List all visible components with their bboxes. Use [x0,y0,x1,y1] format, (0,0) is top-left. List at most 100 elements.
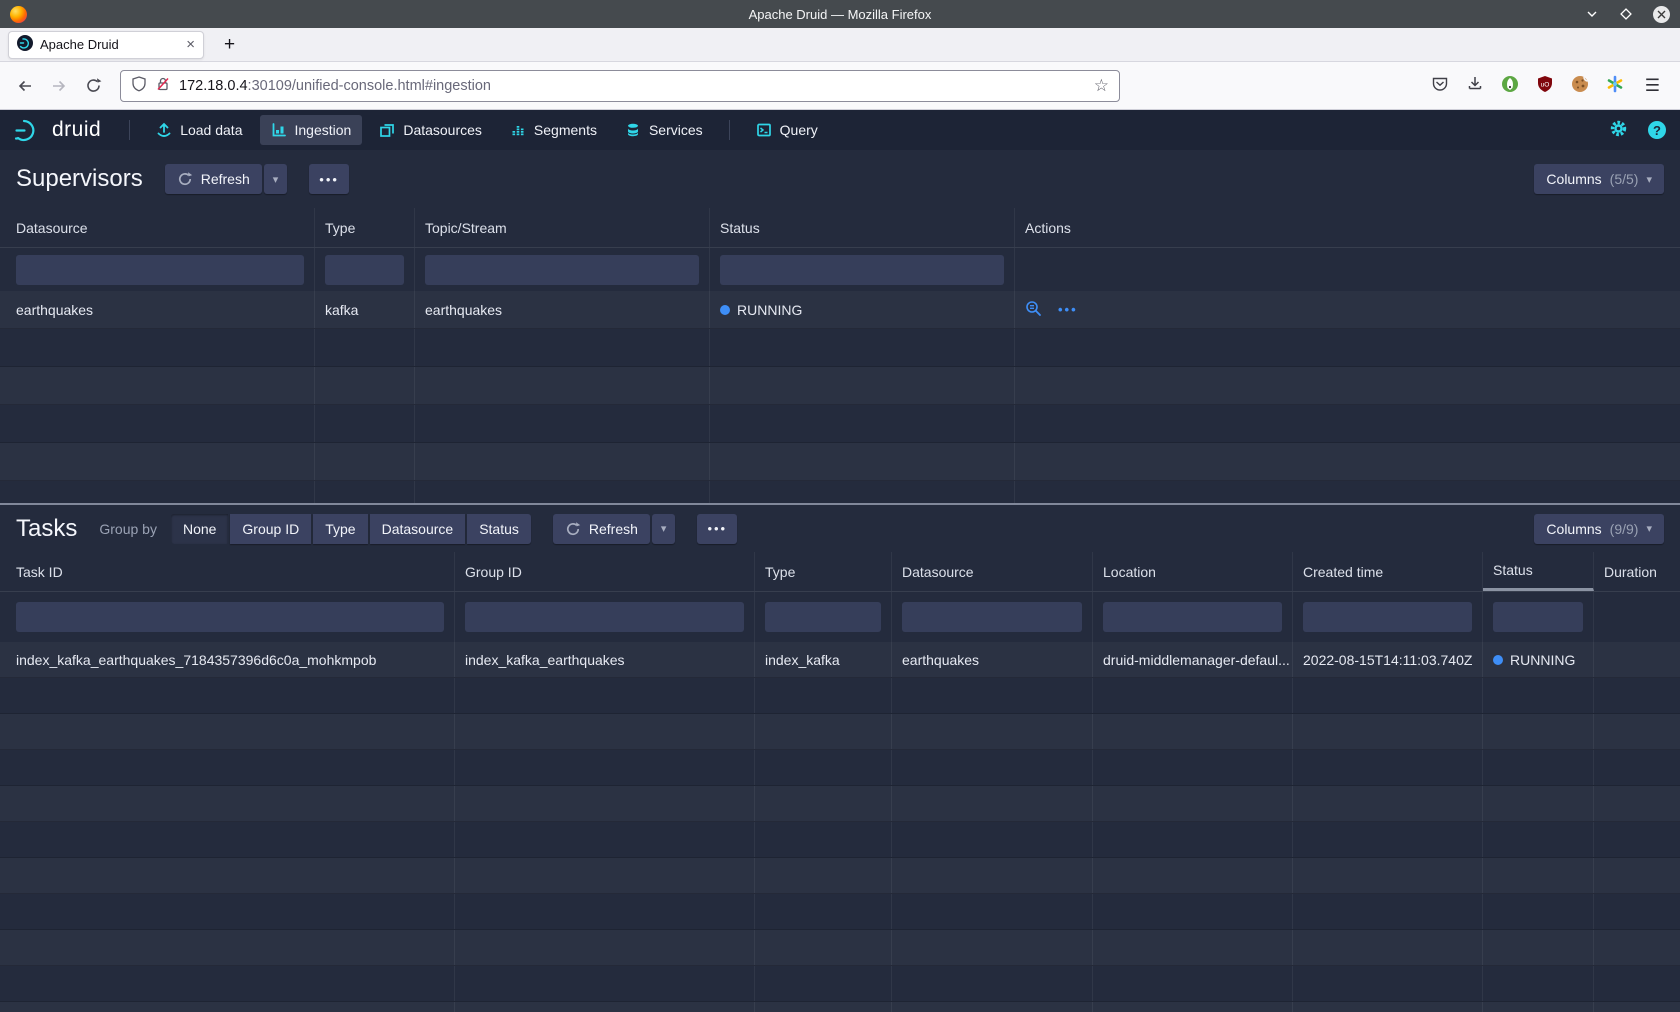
group-by-none-button[interactable]: None [171,514,228,544]
nav-item-label: Load data [180,122,242,138]
nav-item-label: Query [780,122,818,138]
chevron-down-icon: ▾ [1646,522,1652,535]
extension-sparkle-icon[interactable] [1606,75,1624,96]
forward-icon[interactable] [44,71,74,101]
url-bar[interactable]: 172.18.0.4:30109/unified-console.html#in… [120,70,1120,102]
new-tab-button[interactable]: + [218,35,241,54]
privacy-badger-icon[interactable] [1501,75,1519,96]
nav-item-load-data[interactable]: Load data [145,115,253,145]
supervisors-refresh-button[interactable]: Refresh [165,164,262,194]
tasks-table-header: Task ID Group ID Type Datasource Locatio… [0,552,1680,592]
column-header-location[interactable]: Location [1093,552,1293,591]
tasks-refresh-button[interactable]: Refresh [553,514,650,544]
cookie-icon[interactable] [1571,75,1589,96]
svg-text:uO: uO [1540,82,1549,89]
back-icon[interactable] [10,71,40,101]
task-id-filter-input[interactable] [16,602,444,632]
empty-table-row [0,786,1680,822]
hamburger-menu-icon[interactable]: ☰ [1641,76,1664,96]
group-by-status-button[interactable]: Status [467,514,531,544]
services-icon [625,122,641,138]
tracking-shield-icon[interactable] [131,76,147,95]
datasource-filter-input[interactable] [902,602,1082,632]
task-location: druid-middlemanager-defaul... [1093,642,1293,677]
location-filter-input[interactable] [1103,602,1282,632]
nav-item-label: Datasources [403,122,482,138]
insecure-lock-icon[interactable] [155,76,171,95]
download-icon[interactable] [1466,75,1484,96]
type-filter-input[interactable] [765,602,881,632]
column-header-duration[interactable]: Duration [1594,552,1680,591]
column-header-task-id[interactable]: Task ID [0,552,455,591]
empty-table-row [0,714,1680,750]
empty-table-row [0,678,1680,714]
tasks-more-button[interactable]: ••• [697,514,737,544]
refresh-icon [177,171,193,187]
column-header-type[interactable]: Type [755,552,892,591]
nav-item-ingestion[interactable]: Ingestion [260,115,363,145]
column-header-actions[interactable]: Actions [1015,208,1680,247]
nav-item-label: Ingestion [295,122,352,138]
task-type: index_kafka [755,642,892,677]
browser-toolbar: 172.18.0.4:30109/unified-console.html#in… [0,62,1680,110]
help-icon[interactable]: ? [1648,121,1666,139]
column-header-topic-stream[interactable]: Topic/Stream [415,208,710,247]
window-title: Apache Druid — Mozilla Firefox [0,7,1680,22]
task-row[interactable]: index_kafka_earthquakes_7184357396d6c0a_… [0,642,1680,678]
group-id-filter-input[interactable] [465,602,744,632]
datasource-filter-input[interactable] [16,255,304,285]
group-by-type-button[interactable]: Type [313,514,367,544]
status-filter-input[interactable] [1493,602,1583,632]
query-icon [756,122,772,138]
empty-table-row [0,367,1680,405]
created-time-filter-input[interactable] [1303,602,1472,632]
window-titlebar: Apache Druid — Mozilla Firefox [0,0,1680,28]
tasks-rows: index_kafka_earthquakes_7184357396d6c0a_… [0,642,1680,1012]
nav-item-datasources[interactable]: Datasources [368,115,493,145]
column-header-datasource[interactable]: Datasource [892,552,1093,591]
group-by-button-group: None Group ID Type Datasource Status [171,514,531,544]
column-header-datasource[interactable]: Datasource [0,208,315,247]
tasks-columns-button[interactable]: Columns (9/9) ▾ [1534,514,1664,544]
group-by-datasource-button[interactable]: Datasource [370,514,466,544]
minimize-icon[interactable] [1585,7,1599,21]
ublock-icon[interactable]: uO [1536,75,1554,96]
refresh-icon [565,521,581,537]
columns-label: Columns [1546,171,1601,187]
tasks-table: Task ID Group ID Type Datasource Locatio… [0,552,1680,1012]
browser-tab[interactable]: Apache Druid × [8,31,204,59]
tab-close-icon[interactable]: × [186,37,195,52]
inspect-magnifier-icon[interactable] [1025,300,1042,320]
empty-table-row [0,1002,1680,1012]
close-icon[interactable] [1653,6,1670,23]
column-header-status[interactable]: Status [710,208,1015,247]
reload-icon[interactable] [78,71,108,101]
supervisors-refresh-caret-button[interactable]: ▾ [264,164,288,194]
row-more-icon[interactable]: ••• [1058,302,1078,317]
tasks-refresh-caret-button[interactable]: ▾ [652,514,676,544]
status-filter-input[interactable] [720,255,1004,285]
column-header-created-time[interactable]: Created time [1293,552,1483,591]
bookmark-star-icon[interactable]: ☆ [1094,76,1109,96]
empty-table-row [0,405,1680,443]
column-header-status-sorted[interactable]: Status [1483,552,1594,591]
columns-label: Columns [1546,521,1601,537]
nav-item-segments[interactable]: Segments [499,115,608,145]
nav-item-query[interactable]: Query [745,115,829,145]
supervisors-filter-row [0,248,1680,291]
empty-table-row [0,750,1680,786]
supervisors-columns-button[interactable]: Columns (5/5) ▾ [1534,164,1664,194]
column-header-type[interactable]: Type [315,208,415,247]
druid-logo[interactable]: druid [14,118,101,142]
ingestion-icon [271,122,287,138]
column-header-group-id[interactable]: Group ID [455,552,755,591]
supervisor-row[interactable]: earthquakes kafka earthquakes RUNNING ••… [0,291,1680,329]
type-filter-input[interactable] [325,255,404,285]
topic-stream-filter-input[interactable] [425,255,699,285]
pocket-icon[interactable] [1431,75,1449,96]
supervisors-more-button[interactable]: ••• [309,164,349,194]
group-by-group-id-button[interactable]: Group ID [230,514,311,544]
nav-item-services[interactable]: Services [614,115,714,145]
settings-gear-icon[interactable] [1609,119,1628,141]
maximize-icon[interactable] [1619,7,1633,21]
